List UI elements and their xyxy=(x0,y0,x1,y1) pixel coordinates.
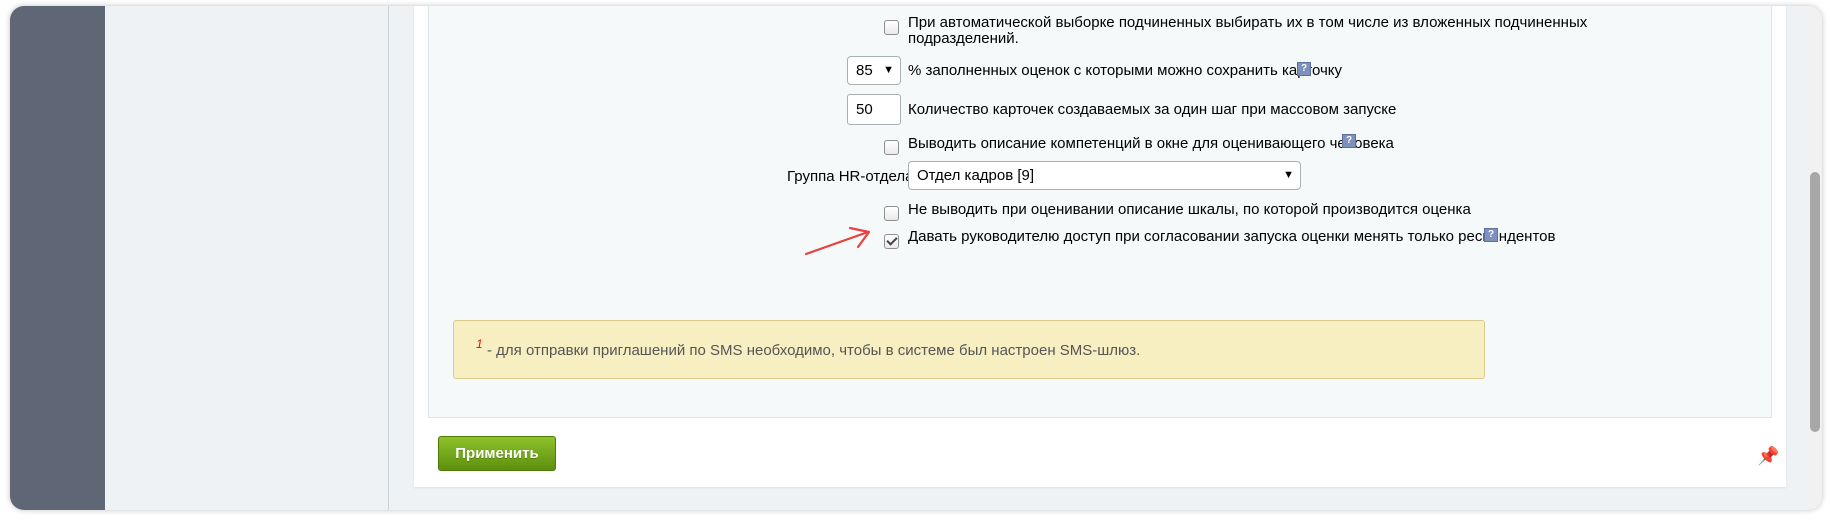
help-icon[interactable]: ? xyxy=(1342,134,1356,148)
cards-per-step-value: 50 xyxy=(856,101,873,118)
scrollbar-thumb[interactable] xyxy=(1810,172,1820,432)
settings-card: При автоматической выборке подчиненных в… xyxy=(414,6,1786,487)
percent-filled-label: % заполненных оценок с которыми можно со… xyxy=(908,62,1343,79)
manager-access-checkbox[interactable] xyxy=(884,234,899,249)
auto-select-nested-checkbox[interactable] xyxy=(884,20,899,35)
auto-select-nested-label-line2: подразделений. xyxy=(908,30,1019,47)
side-menu xyxy=(105,6,389,510)
arrow-annotation-icon xyxy=(804,226,871,256)
show-competency-desc-label: Выводить описание компетенций в окне для… xyxy=(908,135,1394,152)
hide-scale-desc-checkbox[interactable] xyxy=(884,206,899,221)
apply-button[interactable]: Применить xyxy=(438,436,556,471)
sms-gateway-note-text: - для отправки приглашений по SMS необхо… xyxy=(487,342,1141,359)
manager-access-label: Давать руководителю доступ при согласова… xyxy=(908,228,1556,245)
pin-icon[interactable]: 📌 xyxy=(1757,446,1779,467)
cards-per-step-input[interactable]: 50 xyxy=(847,94,901,125)
window-frame: При автоматической выборке подчиненных в… xyxy=(10,6,1822,510)
sms-gateway-note: 1 - для отправки приглашений по SMS необ… xyxy=(453,320,1485,379)
percent-filled-select[interactable]: 85 ▼ xyxy=(847,56,901,85)
hr-group-label: Группа HR-отдела: xyxy=(787,168,918,185)
hr-group-select[interactable]: Отдел кадров [9] ▼ xyxy=(908,161,1301,190)
chevron-down-icon: ▼ xyxy=(1283,169,1294,181)
settings-form: При автоматической выборке подчиненных в… xyxy=(428,6,1772,418)
left-panel-strip xyxy=(10,6,105,510)
hr-group-selected: Отдел кадров [9] xyxy=(917,167,1035,184)
help-icon[interactable]: ? xyxy=(1484,228,1498,242)
chevron-down-icon: ▼ xyxy=(883,64,894,76)
main-content: При автоматической выборке подчиненных в… xyxy=(389,6,1822,510)
cards-per-step-label: Количество карточек создаваемых за один … xyxy=(908,101,1397,118)
show-competency-desc-checkbox[interactable] xyxy=(884,140,899,155)
footnote-marker: 1 xyxy=(476,337,483,351)
percent-filled-value: 85 xyxy=(856,62,873,79)
hide-scale-desc-label: Не выводить при оценивании описание шкал… xyxy=(908,201,1471,218)
help-icon[interactable]: ? xyxy=(1297,62,1311,76)
